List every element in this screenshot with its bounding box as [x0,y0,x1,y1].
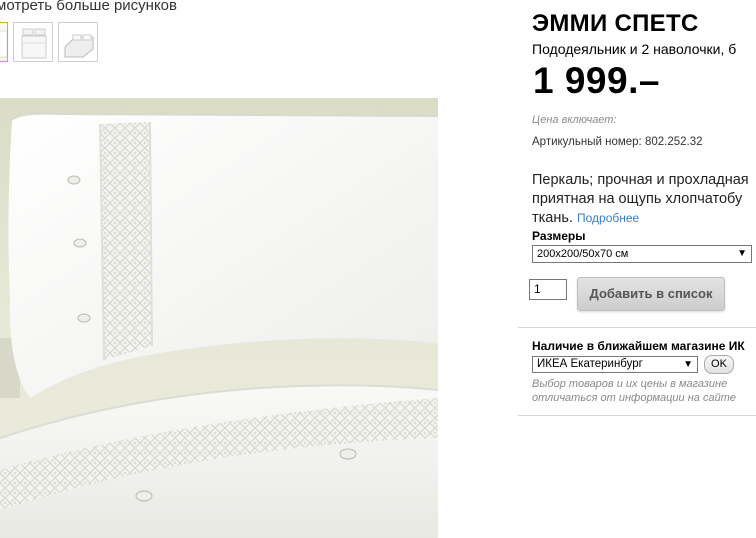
product-main-image [0,98,438,538]
more-pictures-link[interactable]: мотреть больше рисунков [0,0,177,14]
store-availability-label: Наличие в ближайшем магазине ИК [532,339,745,353]
sizes-label: Размеры [532,229,586,243]
add-to-list-button[interactable]: Добавить в список [577,277,725,311]
bedding-thumbnail-image [0,23,7,61]
quantity-input[interactable]: 1 [529,279,567,300]
bed-thumbnail-image [59,23,97,61]
size-select[interactable]: 200x200/50x70 см ▼ [532,245,752,263]
description-line: приятная на ощупь хлопчатобу [532,191,743,207]
thumbnail-3[interactable] [58,22,98,62]
price-includes-label: Цена включает: [532,114,617,126]
product-price: 1 999.– [533,60,660,101]
article-number: Артикульный номер: 802.252.32 [532,136,703,148]
divider [518,415,756,416]
store-note-line: отличаться от информации на сайте [532,392,736,404]
description-line: Перкаль; прочная и прохладная [532,172,749,188]
dropdown-arrow-icon: ▼ [683,359,693,370]
duvet-set-thumbnail-image [14,23,52,61]
thumbnail-2[interactable] [13,22,53,62]
thumbnail-1[interactable] [0,22,8,62]
size-selected-value: 200x200/50x70 см [537,248,629,260]
product-subtitle: Пододеяльник и 2 наволочки, б [532,41,737,57]
store-select[interactable]: ИКЕА Екатеринбург ▼ [532,356,698,373]
dropdown-arrow-icon: ▼ [737,248,747,259]
description-line-last: ткань. Подробнее [532,209,756,228]
more-details-link[interactable]: Подробнее [577,211,639,225]
product-title: ЭММИ СПЕТС [532,10,699,37]
bedding-photo [0,98,438,538]
store-ok-button[interactable]: OK [704,355,734,374]
store-selected-value: ИКЕА Екатеринбург [537,358,643,370]
description-line: ткань. [532,210,573,226]
divider [518,327,756,328]
product-description: Перкаль; прочная и прохладная приятная н… [532,171,756,228]
store-note-line: Выбор товаров и их цены в магазине [532,378,728,390]
store-note: Выбор товаров и их цены в магазине отлич… [532,377,736,405]
article-label: Артикульный номер: [532,136,642,148]
article-value: 802.252.32 [644,136,703,148]
